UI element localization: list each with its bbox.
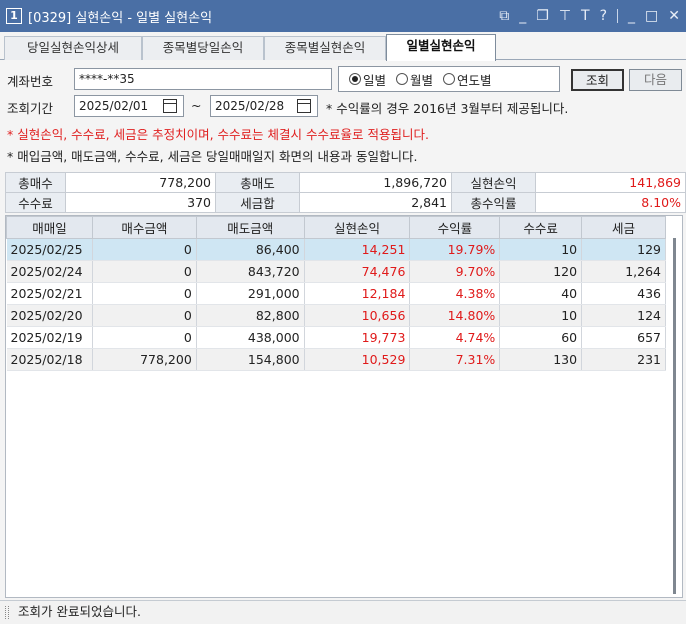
summary-realized: 141,869 — [535, 172, 686, 193]
radio-unselected-icon — [443, 73, 456, 85]
calendar-icon[interactable] — [163, 99, 177, 113]
tab-daily-detail[interactable]: 당일실현손익상세 — [4, 36, 142, 60]
account-number-input[interactable]: ****-**35 — [74, 68, 332, 90]
radio-monthly[interactable]: 월별 — [396, 70, 433, 89]
window-minimize-icon[interactable]: _ — [628, 8, 635, 24]
notice-estimate: * 실현손익, 수수료, 세금은 추정치이며, 수수료는 체결시 수수료율로 적… — [7, 127, 429, 142]
col-fee[interactable]: 수수료 — [499, 216, 583, 239]
col-tax[interactable]: 세금 — [581, 216, 666, 239]
tab-stock-realized[interactable]: 종목별실현손익 — [264, 36, 386, 60]
window-titlebar: 1 [0329] 실현손익 - 일별 실현손익 ⧉ _ ❐ ⊤ T ? _ □ … — [0, 0, 686, 32]
next-button[interactable]: 다음 — [629, 69, 682, 91]
window-controls: ⧉ _ ❐ ⊤ T ? _ □ ✕ — [499, 0, 680, 32]
summary-label: 실현손익 — [451, 172, 536, 193]
window-number-badge: 1 — [6, 8, 22, 24]
grid-header-row: 매매일 매수금액 매도금액 실현손익 수익률 수수료 세금 — [6, 216, 666, 239]
table-row[interactable]: 2025/02/25 0 86,400 14,251 19.79% 10 129 — [6, 238, 666, 261]
radio-yearly[interactable]: 연도별 — [443, 70, 492, 89]
detach-icon[interactable]: ⧉ — [499, 8, 509, 24]
tab-daily-realized[interactable]: 일별실현손익 — [386, 34, 496, 61]
summary-fee: 370 — [65, 192, 216, 213]
notice-same-as-journal: * 매입금액, 매도금액, 수수료, 세금은 당일매매일지 화면의 내용과 동일… — [7, 149, 418, 164]
radio-daily[interactable]: 일별 — [349, 70, 386, 89]
summary-table: 총매수 778,200 총매도 1,896,720 실현손익 141,869 수… — [5, 172, 686, 213]
summary-label: 총수익률 — [451, 192, 536, 213]
grid-table: 매매일 매수금액 매도금액 실현손익 수익률 수수료 세금 2025/02/25… — [6, 216, 666, 371]
grip-icon[interactable] — [5, 606, 9, 619]
period-label: 조회기간 — [7, 101, 54, 116]
separator — [617, 9, 619, 23]
summary-label: 세금합 — [215, 192, 300, 213]
table-row[interactable]: 2025/02/24 0 843,720 74,476 9.70% 120 1,… — [6, 260, 666, 283]
daily-realized-grid[interactable]: 매매일 매수금액 매도금액 실현손익 수익률 수수료 세금 2025/02/25… — [5, 215, 683, 598]
search-button[interactable]: 조회 — [571, 69, 624, 91]
summary-label: 총매수 — [5, 172, 66, 193]
col-realized-pnl[interactable]: 실현손익 — [303, 216, 411, 239]
summary-return: 8.10% — [535, 192, 686, 213]
radio-unselected-icon — [396, 73, 409, 85]
summary-label: 총매도 — [215, 172, 300, 193]
period-note: * 수익률의 경우 2016년 3월부터 제공됩니다. — [326, 101, 569, 116]
tab-bar: 당일실현손익상세 종목별당일손익 종목별실현손익 일별실현손익 — [0, 34, 686, 61]
table-row[interactable]: 2025/02/19 0 438,000 19,773 4.74% 60 657 — [6, 326, 666, 349]
calendar-icon[interactable] — [297, 99, 311, 113]
restore-icon[interactable]: ❐ — [536, 8, 549, 24]
summary-label: 수수료 — [5, 192, 66, 213]
date-separator: ~ — [191, 98, 202, 113]
summary-buy-total: 778,200 — [65, 172, 216, 193]
radio-selected-icon — [349, 73, 361, 85]
summary-tax: 2,841 — [299, 192, 452, 213]
pin-icon[interactable]: ⊤ — [559, 8, 571, 24]
table-row[interactable]: 2025/02/20 0 82,800 10,656 14.80% 10 124 — [6, 304, 666, 327]
vertical-scrollbar[interactable] — [673, 238, 676, 594]
window-close-icon[interactable]: ✕ — [668, 8, 680, 24]
col-trade-date[interactable]: 매매일 — [6, 216, 93, 239]
col-sell-amount[interactable]: 매도금액 — [195, 216, 305, 239]
col-return-rate[interactable]: 수익률 — [409, 216, 501, 239]
window-maximize-icon[interactable]: □ — [645, 8, 658, 24]
status-message: 조회가 완료되었습니다. — [18, 604, 141, 619]
table-row[interactable]: 2025/02/18 778,200 154,800 10,529 7.31% … — [6, 348, 666, 371]
font-size-icon[interactable]: T — [581, 8, 590, 24]
tab-stock-daily[interactable]: 종목별당일손익 — [142, 36, 264, 60]
period-type-radio-group: 일별 월별 연도별 — [338, 66, 560, 92]
account-label: 계좌번호 — [7, 74, 54, 89]
col-buy-amount[interactable]: 매수금액 — [91, 216, 197, 239]
window-title: [0329] 실현손익 - 일별 실현손익 — [28, 10, 213, 26]
table-row[interactable]: 2025/02/21 0 291,000 12,184 4.38% 40 436 — [6, 282, 666, 305]
status-bar: 조회가 완료되었습니다. — [0, 600, 686, 624]
summary-sell-total: 1,896,720 — [299, 172, 452, 193]
help-icon[interactable]: ? — [600, 8, 607, 24]
minimize-icon[interactable]: _ — [519, 8, 526, 24]
